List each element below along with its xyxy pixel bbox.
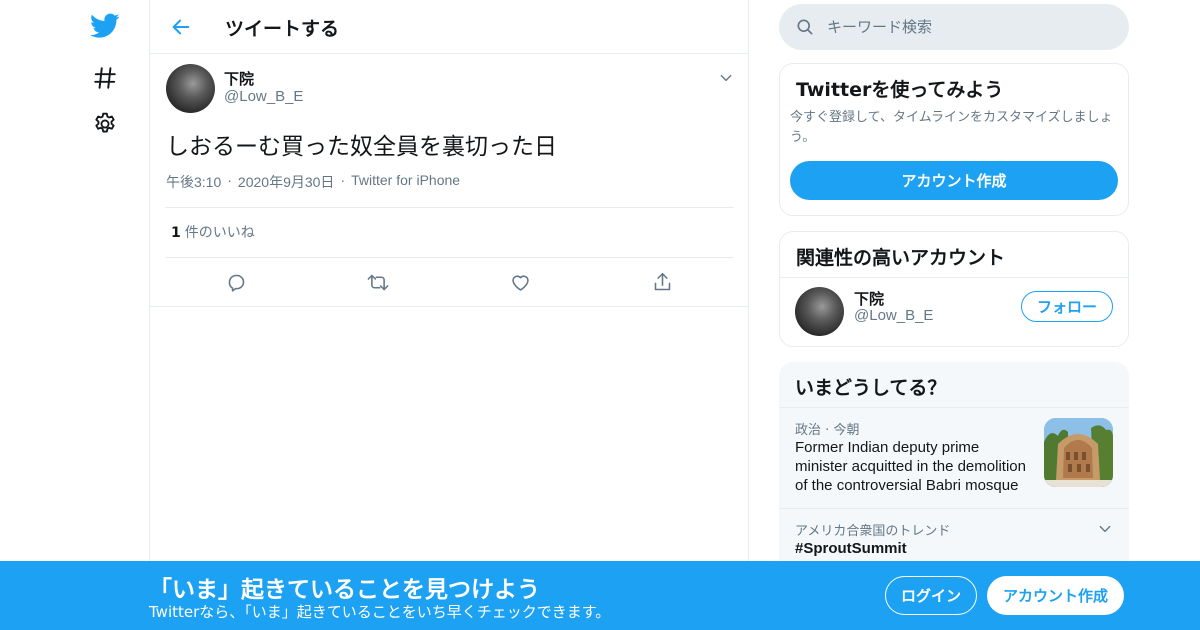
twitter-bird-icon[interactable]	[89, 10, 121, 42]
banner-subtitle: Twitterなら、「いま」起きていることをいち早くチェックできます。	[149, 603, 611, 621]
retweet-icon[interactable]	[366, 270, 390, 294]
tweet-author-name[interactable]: 下院	[224, 68, 254, 89]
page-title: ツイートする	[225, 18, 340, 40]
tweet-time[interactable]: 午後3:10	[166, 172, 221, 192]
share-icon[interactable]	[650, 270, 674, 294]
like-count-label: 件のいいね	[184, 225, 255, 241]
divider	[165, 257, 734, 258]
tweet-text: しおるーむ買った奴全員を裏切った日	[166, 134, 557, 160]
back-arrow-icon	[172, 19, 190, 35]
signup-banner: 「いま」起きていることを見つけよう Twitterなら、「いま」起きていることを…	[0, 561, 1200, 630]
main-column: ツイートする 下院 @Low_B_E しおるーむ買った奴全員を裏切った日 午後3…	[149, 0, 749, 630]
tweet-meta: 午後3:10 · 2020年9月30日 · Twitter for iPhone	[166, 172, 460, 192]
trend-category-label: 政治	[795, 423, 822, 438]
reply-icon[interactable]	[224, 270, 248, 294]
related-accounts-title: 関連性の高いアカウント	[796, 247, 1006, 269]
tweet-source[interactable]: Twitter for iPhone	[351, 172, 460, 192]
related-account-avatar[interactable]	[795, 287, 844, 336]
likes-count[interactable]: 1 件のいいね	[171, 222, 255, 242]
divider	[150, 306, 748, 307]
follow-button[interactable]: フォロー	[1021, 291, 1113, 322]
hashtag-icon[interactable]	[89, 62, 121, 94]
search-input[interactable]	[827, 4, 1117, 50]
trends-title: いまどうしてる？	[795, 377, 947, 399]
main-header: ツイートする	[150, 0, 748, 54]
create-account-button[interactable]: アカウント作成	[790, 161, 1118, 200]
banner-create-account-button[interactable]: アカウント作成	[987, 576, 1124, 615]
search-icon	[797, 19, 813, 35]
related-account-name[interactable]: 下院	[854, 288, 884, 309]
left-navigation	[0, 0, 150, 630]
tweet-date[interactable]: 2020年9月30日	[238, 172, 335, 192]
trend-thumbnail-image[interactable]	[1044, 418, 1113, 487]
signup-card-description: 今すぐ登録して、タイムラインをカスタマイズしましょう。	[790, 110, 1113, 145]
related-accounts-card: 関連性の高いアカウント 下院 @Low_B_E フォロー	[779, 231, 1129, 347]
meta-separator: ·	[340, 172, 346, 188]
like-count-number: 1	[171, 225, 181, 241]
signup-card: Twitterを使ってみよう 今すぐ登録して、タイムラインをカスタマイズしましょ…	[779, 63, 1129, 216]
related-account-handle[interactable]: @Low_B_E	[854, 307, 933, 324]
trend-category: 政治 · 今朝	[795, 419, 859, 438]
like-heart-icon[interactable]	[508, 270, 532, 294]
signup-card-title: Twitterを使ってみよう	[796, 79, 1004, 101]
trend-location-label: アメリカ合衆国のトレンド	[795, 524, 951, 539]
trend-options-chevron-icon[interactable]	[1095, 519, 1115, 539]
tweet-options-chevron-icon[interactable]	[716, 68, 736, 88]
meta-separator: ·	[825, 423, 830, 438]
trend-time: 今朝	[833, 423, 860, 438]
trend-hashtag[interactable]: #SproutSummit	[795, 540, 907, 557]
trend-headline[interactable]: Former Indian deputy prime minister acqu…	[795, 438, 1030, 495]
tweet-author-handle[interactable]: @Low_B_E	[224, 88, 303, 105]
meta-separator: ·	[227, 172, 232, 188]
search-box[interactable]	[779, 4, 1129, 50]
banner-title: 「いま」起きていることを見つけよう	[149, 577, 540, 603]
tweet-author-avatar[interactable]	[166, 64, 215, 113]
login-button[interactable]: ログイン	[885, 576, 977, 615]
back-button[interactable]	[166, 12, 196, 42]
divider	[780, 277, 1128, 278]
divider	[165, 207, 734, 208]
settings-icon[interactable]	[89, 108, 121, 140]
